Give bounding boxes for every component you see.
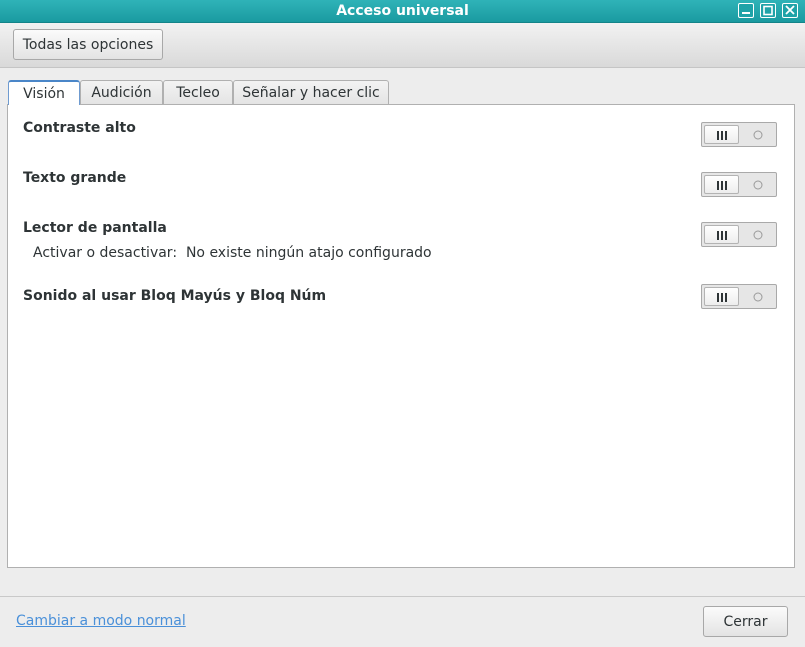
tab-senalar-y-hacer-clic[interactable]: Señalar y hacer clic (233, 80, 389, 104)
high-contrast-switch[interactable] (701, 122, 777, 147)
large-text-label: Texto grande (23, 170, 127, 186)
window-title: Acceso universal (336, 3, 469, 19)
screen-reader-shortcut: Activar o desactivar: No existe ningún a… (33, 245, 432, 261)
footer: Cambiar a modo normal Cerrar (0, 596, 805, 647)
switch-off-mark-icon (753, 230, 763, 240)
switch-off-mark-icon (753, 130, 763, 140)
tab-tecleo[interactable]: Tecleo (163, 80, 233, 104)
switch-knob (704, 287, 739, 306)
toggle-keys-sound-switch[interactable] (701, 284, 777, 309)
switch-to-normal-mode-link[interactable]: Cambiar a modo normal (16, 613, 186, 629)
minimize-button[interactable] (738, 3, 754, 18)
title-bar: Acceso universal (0, 0, 805, 23)
close-icon (785, 5, 795, 15)
maximize-button[interactable] (760, 3, 776, 18)
close-button[interactable]: Cerrar (703, 606, 788, 637)
switch-on-mark-icon (717, 293, 727, 302)
high-contrast-label: Contraste alto (23, 120, 136, 136)
switch-on-mark-icon (717, 131, 727, 140)
close-window-button[interactable] (782, 3, 798, 18)
switch-knob (704, 125, 739, 144)
switch-on-mark-icon (717, 231, 727, 240)
all-options-button[interactable]: Todas las opciones (13, 29, 163, 60)
toggle-keys-sound-label: Sonido al usar Bloq Mayús y Bloq Núm (23, 288, 327, 304)
tab-audicion[interactable]: Audición (80, 80, 163, 104)
shortcut-label: Activar o desactivar: (33, 245, 178, 261)
screen-reader-label: Lector de pantalla (23, 220, 167, 236)
switch-knob (704, 225, 739, 244)
tab-vision[interactable]: Visión (8, 80, 80, 105)
switch-off-mark-icon (753, 180, 763, 190)
minimize-icon (742, 12, 750, 14)
switch-off-mark-icon (753, 292, 763, 302)
vision-panel: Contraste alto Texto grande Lector de pa… (7, 104, 795, 568)
large-text-switch[interactable] (701, 172, 777, 197)
switch-on-mark-icon (717, 181, 727, 190)
switch-knob (704, 175, 739, 194)
maximize-icon (763, 5, 773, 16)
screen-reader-switch[interactable] (701, 222, 777, 247)
shortcut-value: No existe ningún atajo configurado (185, 245, 432, 261)
toolbar: Todas las opciones (0, 23, 805, 68)
